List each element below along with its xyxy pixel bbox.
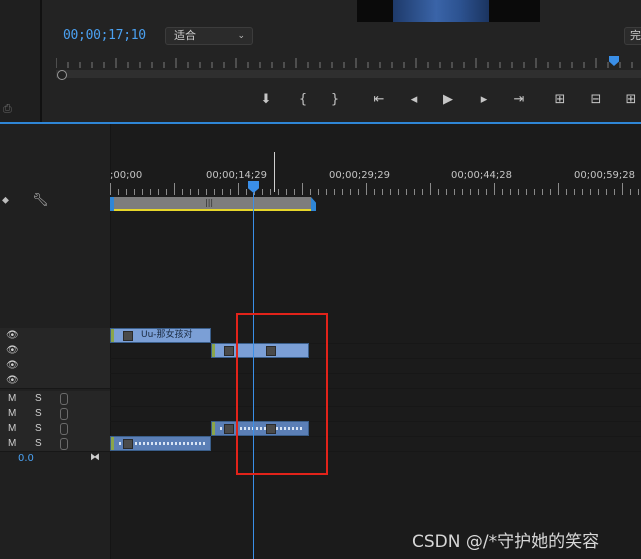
eye-icon[interactable]: 👁︎ [6,375,19,386]
go-to-out-icon[interactable]: ⇥ [508,90,530,110]
monitor-mini-ruler [56,58,633,68]
go-to-in-icon[interactable]: ⇤ [368,90,390,110]
clip-edge [212,344,215,357]
clip-name: Uu-那女孩对 [141,330,193,340]
export-icon[interactable]: ⎙ [3,102,17,115]
clip-edge [111,329,114,342]
clip-edge [212,422,215,435]
mark-in-icon[interactable]: { [292,90,314,110]
time-ruler[interactable] [110,183,641,195]
ruler-label: 00;00;14;29 [206,170,268,181]
solo-button[interactable]: S [35,438,42,449]
master-volume-value[interactable]: 0.0 [18,453,34,464]
track-header-v0: 👁︎ [0,373,110,388]
track-header-v2: 👁︎ [0,343,110,358]
zoom-fit-select[interactable]: 适合 ⌄ [165,27,253,45]
step-forward-icon[interactable]: ▸ [473,90,495,110]
zoom-fit-value: 适合 [174,29,196,42]
bowtie-icon[interactable]: ⧓ [90,452,100,463]
lift-icon[interactable]: ⊞ [549,90,571,110]
annotation-highlight-box [236,313,328,475]
track-header-a1: M S [0,391,110,406]
microphone-icon[interactable] [60,438,68,450]
solo-button[interactable]: S [35,393,42,404]
watermark: CSDN @/*守护她的笑容 [412,532,600,552]
solo-button[interactable]: S [35,423,42,434]
add-marker-icon[interactable]: ⬥ [2,195,9,206]
eye-icon[interactable]: 👁︎ [6,330,19,341]
resolution-select[interactable]: 完 [624,27,641,45]
video-clip[interactable]: Uu-那女孩对 [110,328,211,343]
audio-clip[interactable] [110,436,211,451]
extract-icon[interactable]: ⊟ [585,90,607,110]
solo-button[interactable]: S [35,408,42,419]
eye-icon[interactable]: 👁︎ [6,360,19,371]
mute-button[interactable]: M [8,408,16,419]
ruler-label: 00;00;59;28 [574,170,636,181]
track-header-a2: M S [0,406,110,421]
fx-icon[interactable] [123,439,133,449]
playhead-timecode[interactable]: 00;00;17;10 [63,28,146,43]
track-header-v3: 👁︎ [0,328,110,343]
mute-button[interactable]: M [8,423,16,434]
microphone-icon[interactable] [60,423,68,435]
fx-icon[interactable] [224,346,234,356]
fx-icon[interactable] [224,424,234,434]
ruler-label: ;00;00 [110,170,143,181]
mute-button[interactable]: M [8,438,16,449]
preview-image [393,0,489,22]
track-header-a3: M S [0,421,110,436]
add-marker-icon[interactable]: ⬇ [255,90,277,110]
track-header-v1: 👁︎ [0,358,110,373]
microphone-icon[interactable] [60,408,68,420]
chevron-down-icon: ⌄ [237,31,245,41]
video-preview [357,0,540,22]
clip-edge [111,437,114,450]
ruler-label: 00;00;29;29 [329,170,391,181]
microphone-icon[interactable] [60,393,68,405]
export-frame-icon[interactable]: ⊞ [620,90,641,110]
eye-icon[interactable]: 👁︎ [6,345,19,356]
play-icon[interactable]: ▶ [437,90,459,110]
step-back-icon[interactable]: ◂ [403,90,425,110]
monitor-zoom-scrollbar[interactable] [56,70,641,78]
grip-icon[interactable]: ||| [205,198,213,207]
mouse-cursor-line [274,152,275,192]
zoom-handle[interactable] [57,70,67,80]
fx-icon[interactable] [123,331,133,341]
mute-button[interactable]: M [8,393,16,404]
work-area-in-handle[interactable] [110,197,114,211]
ruler-label: 00;00;44;28 [451,170,513,181]
track-header-a4: M S [0,436,110,451]
wrench-icon[interactable]: 🔧︎ [32,193,49,208]
mark-out-icon[interactable]: } [324,90,346,110]
